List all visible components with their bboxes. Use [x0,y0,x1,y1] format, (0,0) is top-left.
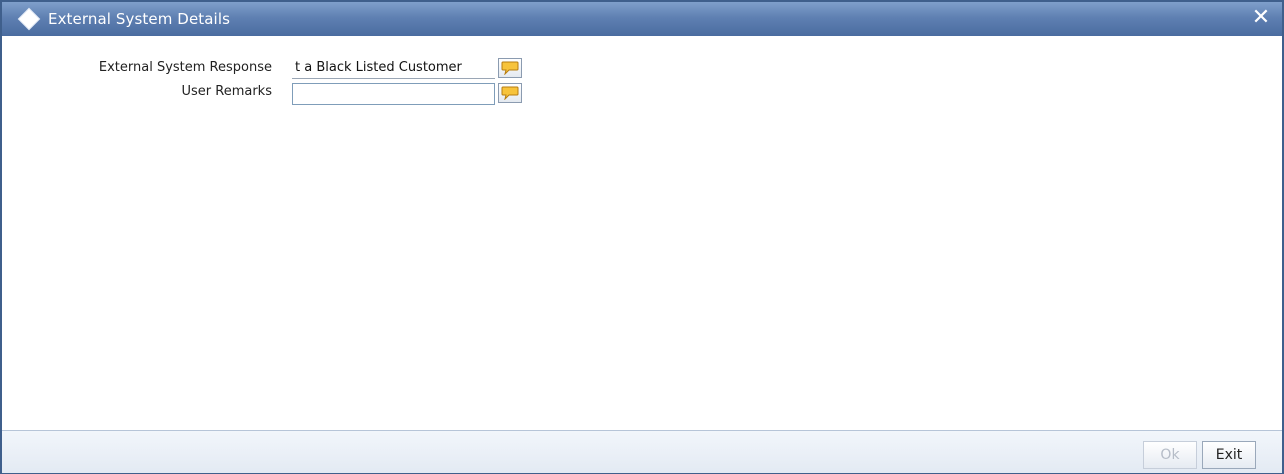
dialog-content: External System Response t a Black Liste… [2,36,1282,430]
ok-button[interactable]: Ok [1143,441,1197,469]
close-button[interactable]: ✕ [1250,7,1272,29]
external-system-response-field[interactable]: t a Black Listed Customer [292,59,495,79]
dialog-title: External System Details [48,10,231,28]
exit-button[interactable]: Exit [1202,441,1256,469]
external-system-response-label: External System Response [98,60,272,75]
external-system-details-dialog: External System Details ✕ External Syste… [0,0,1284,474]
user-remarks-edit-button[interactable] [498,83,522,103]
user-remarks-input[interactable] [292,83,495,105]
speech-bubble-icon [501,86,519,100]
speech-bubble-icon [501,61,519,75]
user-remarks-label: User Remarks [181,84,273,99]
diamond-icon [19,9,39,29]
title-bar[interactable]: External System Details ✕ [2,2,1282,36]
close-icon: ✕ [1251,5,1271,30]
dialog-footer: Ok Exit [2,430,1282,473]
external-system-response-edit-button[interactable] [498,58,522,78]
user-remarks-row: User Remarks [2,81,602,105]
external-system-response-row: External System Response t a Black Liste… [2,57,602,81]
